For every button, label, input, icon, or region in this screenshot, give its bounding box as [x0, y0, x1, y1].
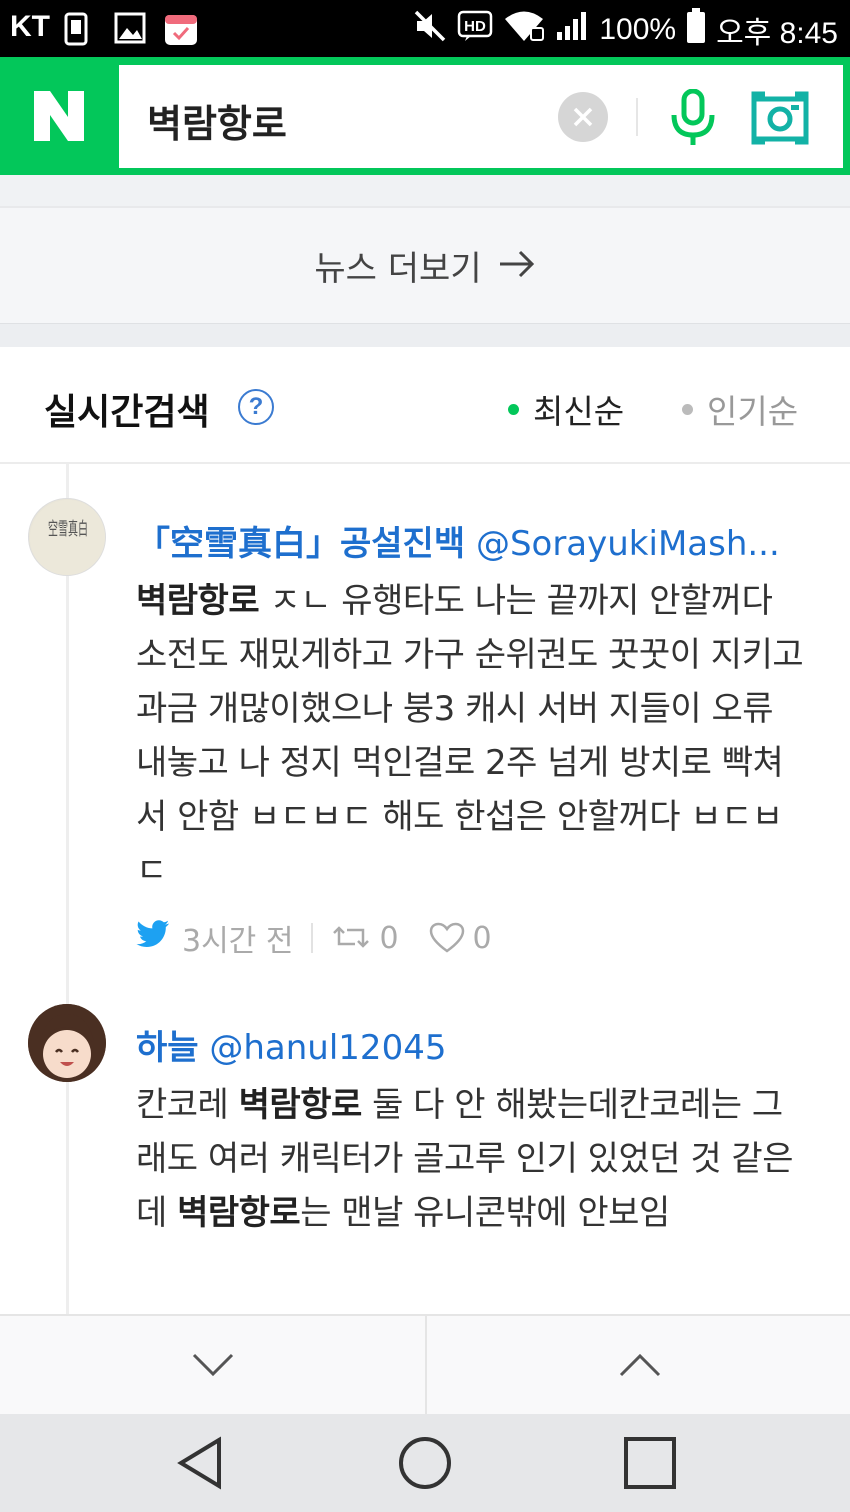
- post-text: 칸코레: [136, 1085, 239, 1125]
- chevron-up-icon: [619, 1353, 660, 1377]
- retweet-icon: [333, 926, 370, 948]
- home-circle-icon: [399, 1437, 451, 1489]
- retweet-count: 0: [379, 920, 399, 956]
- author-handle[interactable]: @SorayukiMash...: [476, 524, 780, 564]
- news-more-label: 뉴스 더보기: [314, 249, 482, 289]
- highlighted-keyword: 벽람항로: [177, 1193, 301, 1233]
- search-divider: [636, 98, 638, 136]
- signal-icon: [555, 10, 589, 50]
- camera-lens-icon: [751, 91, 809, 145]
- scroll-down-button[interactable]: [0, 1316, 425, 1414]
- hd-voice-icon: HD: [457, 10, 493, 50]
- back-triangle-icon: [177, 1436, 221, 1490]
- highlighted-keyword: 벽람항로: [238, 1085, 363, 1125]
- twitter-icon: [136, 920, 170, 956]
- battery-icon: [686, 8, 706, 52]
- section-gap: [0, 323, 850, 347]
- chevron-down-icon: [192, 1353, 233, 1377]
- like-button[interactable]: 0: [429, 921, 492, 956]
- clock: 오후 8:45: [716, 17, 838, 50]
- back-button[interactable]: [130, 1414, 270, 1512]
- author-handle[interactable]: @hanul12045: [209, 1028, 446, 1068]
- recent-apps-button[interactable]: [580, 1414, 720, 1512]
- help-icon[interactable]: ?: [238, 389, 274, 425]
- post-meta: 3시간 전 0 0: [136, 916, 492, 960]
- post-text: ㅈㄴ 유행타도 나는 끝까지 안할꺼다 소전도 재밌게하고 가구 순위권도 꿋꿋…: [136, 581, 804, 891]
- sort-popular-label: 인기순: [707, 392, 799, 431]
- post-author[interactable]: 「空雪真白」공설진백 @SorayukiMash...: [136, 516, 780, 565]
- gallery-icon: [114, 12, 146, 48]
- recent-square-icon: [624, 1437, 676, 1489]
- realtime-search-header: 실시간검색 ? 최신순 인기순: [0, 347, 850, 464]
- avatar[interactable]: 空雪真白: [28, 498, 106, 576]
- inactive-dot-icon: [682, 403, 693, 415]
- calendar-icon: [164, 12, 198, 50]
- system-nav-bar: [0, 1414, 850, 1512]
- avatar[interactable]: [28, 1004, 106, 1082]
- author-name[interactable]: 하늘: [136, 1028, 199, 1068]
- svg-text:空雪真白: 空雪真白: [48, 519, 88, 540]
- carrier-label: KT: [10, 10, 50, 43]
- mute-icon: [413, 9, 447, 51]
- sort-popular-tab[interactable]: 인기순: [682, 385, 798, 433]
- section-gap: [0, 175, 850, 206]
- voice-search-button[interactable]: [667, 88, 719, 151]
- heart-icon: [429, 922, 464, 953]
- post-time: 3시간 전: [182, 924, 294, 959]
- author-name[interactable]: 「空雪真白」공설진백: [136, 524, 465, 564]
- timeline-line: [66, 464, 69, 1314]
- retweet-button[interactable]: 0: [331, 920, 399, 956]
- naver-logo[interactable]: [0, 57, 118, 175]
- clear-search-button[interactable]: [558, 92, 608, 142]
- wifi-icon: [503, 10, 545, 50]
- like-count: 0: [472, 920, 492, 956]
- sim-card-icon: [64, 12, 90, 50]
- pager: [0, 1314, 850, 1414]
- home-button[interactable]: [355, 1414, 495, 1512]
- meta-divider: [311, 923, 314, 953]
- post-body[interactable]: 벽람항로 ㅈㄴ 유행타도 나는 끝까지 안할꺼다 소전도 재밌게하고 가구 순위…: [136, 574, 806, 898]
- search-input[interactable]: 벽람항로: [119, 65, 843, 168]
- svg-text:HD: HD: [464, 18, 486, 35]
- sort-latest-label: 최신순: [533, 392, 625, 431]
- active-dot-icon: [508, 403, 519, 415]
- scroll-up-button[interactable]: [427, 1316, 850, 1414]
- battery-percent: 100%: [599, 13, 677, 46]
- sort-latest-tab[interactable]: 최신순: [508, 385, 624, 433]
- highlighted-keyword: 벽람항로: [136, 581, 260, 621]
- post-body[interactable]: 칸코레 벽람항로 둘 다 안 해봤는데칸코레는 그래도 여러 캐릭터가 골고루 …: [136, 1078, 806, 1240]
- microphone-icon: [671, 88, 715, 145]
- search-header: 벽람항로: [0, 57, 850, 175]
- post-text: 는 맨날 유니콘밖에 안보임: [300, 1193, 670, 1233]
- arrow-right-icon: [498, 249, 536, 283]
- post-author[interactable]: 하늘 @hanul12045: [136, 1020, 446, 1069]
- lens-search-button[interactable]: [751, 91, 809, 149]
- news-more-button[interactable]: 뉴스 더보기: [0, 206, 850, 323]
- section-title: 실시간검색: [44, 392, 210, 433]
- search-query[interactable]: 벽람항로: [147, 93, 287, 148]
- status-bar: KT HD 100% 오후 8:45: [0, 0, 850, 57]
